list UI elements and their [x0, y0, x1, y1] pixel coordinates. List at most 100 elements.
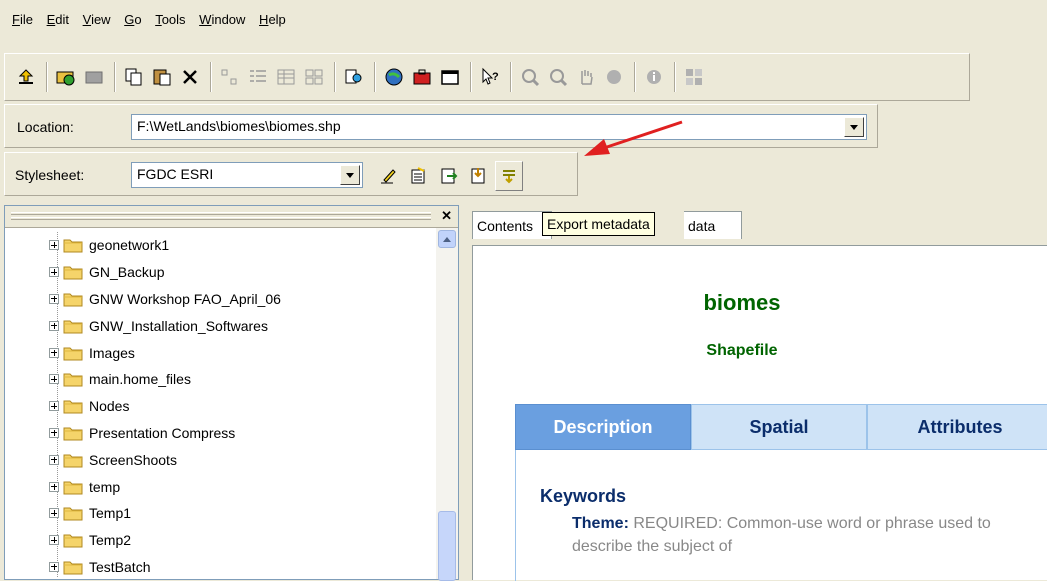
expand-plus-icon[interactable] — [49, 320, 59, 331]
update-metadata-button[interactable] — [465, 161, 493, 191]
export-metadata-button[interactable] — [495, 161, 523, 191]
globe-gray-icon — [607, 70, 621, 84]
expand-plus-icon[interactable] — [49, 427, 59, 438]
pan-button[interactable] — [573, 62, 599, 92]
zoom-out-icon — [550, 69, 568, 87]
menu-window[interactable]: Window — [199, 12, 245, 27]
thumbnails-button[interactable] — [301, 62, 327, 92]
delete-button[interactable] — [177, 62, 203, 92]
doc-tab-description[interactable]: Description — [515, 404, 691, 450]
launch-arcmap-button[interactable] — [381, 62, 407, 92]
tree-folder-label: GNW Workshop FAO_April_06 — [89, 290, 281, 307]
expand-plus-icon[interactable] — [49, 508, 59, 519]
tree-folder-item[interactable]: Images — [5, 339, 435, 366]
paste-button[interactable] — [149, 62, 175, 92]
menu-bar: File Edit View Go Tools Window Help — [0, 0, 1047, 50]
dock-grip[interactable] — [11, 212, 431, 215]
folder-icon — [63, 239, 83, 253]
expand-plus-icon[interactable] — [49, 535, 59, 546]
expand-plus-icon[interactable] — [49, 561, 59, 572]
doc-tab-spatial[interactable]: Spatial — [691, 404, 867, 450]
command-line-button[interactable] — [437, 62, 463, 92]
location-dropdown-button[interactable] — [844, 117, 864, 137]
menu-tools[interactable]: Tools — [155, 12, 185, 27]
tree-folder-item[interactable]: main.home_files — [5, 366, 435, 393]
tree-folder-item[interactable]: GNW Workshop FAO_April_06 — [5, 286, 435, 313]
folder-icon — [63, 561, 83, 575]
help-pointer-icon: ? — [482, 67, 499, 85]
create-thumbnail-button[interactable] — [681, 62, 707, 92]
tree-folder-item[interactable]: temp — [5, 473, 435, 500]
scroll-thumb[interactable] — [438, 511, 456, 581]
expand-plus-icon[interactable] — [49, 293, 59, 304]
expand-plus-icon[interactable] — [49, 454, 59, 465]
menu-edit[interactable]: Edit — [47, 12, 69, 27]
globe-icon — [385, 68, 403, 86]
expand-plus-icon[interactable] — [49, 481, 59, 492]
folder-icon — [63, 266, 83, 280]
metadata-panel: Contents data biomes Shapefile Descripti… — [466, 205, 1047, 581]
folder-icon — [63, 427, 83, 441]
tree-folder-item[interactable]: geonetwork1 — [5, 232, 435, 259]
tree-folder-item[interactable]: ScreenShoots — [5, 446, 435, 473]
expand-plus-icon[interactable] — [49, 347, 59, 358]
search-button[interactable] — [341, 62, 367, 92]
connect-folder-icon — [56, 71, 75, 86]
scroll-up-button[interactable] — [438, 230, 456, 248]
folder-icon — [63, 320, 83, 334]
tree-folder-item[interactable]: GN_Backup — [5, 259, 435, 286]
zoom-out-button[interactable] — [545, 62, 571, 92]
stylesheet-dropdown-button[interactable] — [340, 165, 360, 185]
copy-button[interactable] — [121, 62, 147, 92]
tree-folder-item[interactable]: Temp1 — [5, 500, 435, 527]
menu-file[interactable]: File — [12, 12, 33, 27]
stylesheet-combobox[interactable]: FGDC ESRI — [131, 162, 363, 188]
details-button[interactable] — [273, 62, 299, 92]
doc-tab-attributes[interactable]: Attributes — [867, 404, 1047, 450]
tab-metadata[interactable]: data — [684, 211, 742, 239]
identify-button[interactable] — [641, 62, 667, 92]
zoom-in-button[interactable] — [517, 62, 543, 92]
up-folder-button[interactable] — [13, 62, 39, 92]
expand-plus-icon[interactable] — [49, 374, 59, 385]
arctoolbox-button[interactable] — [409, 62, 435, 92]
import-metadata-button[interactable] — [435, 161, 463, 191]
edit-metadata-button[interactable] — [375, 161, 403, 191]
tree-folder-label: GNW_Installation_Softwares — [89, 317, 268, 334]
tree-folder-item[interactable]: Presentation Compress — [5, 420, 435, 447]
menu-go[interactable]: Go — [124, 12, 141, 27]
expand-plus-icon[interactable] — [49, 240, 59, 251]
tree-folder-label: Presentation Compress — [89, 424, 236, 441]
large-icons-button[interactable] — [217, 62, 243, 92]
toolbar-separator — [114, 62, 116, 92]
location-combobox[interactable]: F:\WetLands\biomes\biomes.shp — [131, 114, 867, 140]
details-icon — [277, 69, 295, 85]
paste-icon — [153, 69, 171, 86]
whats-this-button[interactable]: ? — [477, 62, 503, 92]
expand-plus-icon[interactable] — [49, 401, 59, 412]
menu-view[interactable]: View — [83, 12, 111, 27]
tree-folder-label: ScreenShoots — [89, 451, 177, 468]
tree-folder-label: main.home_files — [89, 371, 191, 388]
toolbox-icon — [413, 69, 431, 85]
disconnect-folder-icon — [85, 71, 103, 84]
tab-contents[interactable]: Contents — [472, 211, 552, 239]
connect-folder-button[interactable] — [53, 62, 79, 92]
tree-folder-item[interactable]: Temp2 — [5, 527, 435, 554]
tree-folder-item[interactable]: Nodes — [5, 393, 435, 420]
menu-help[interactable]: Help — [259, 12, 286, 27]
toolbar-separator — [470, 62, 472, 92]
disconnect-folder-button[interactable] — [81, 62, 107, 92]
list-button[interactable] — [245, 62, 271, 92]
expand-plus-icon[interactable] — [49, 267, 59, 278]
location-toolbar: Location: F:\WetLands\biomes\biomes.shp — [4, 104, 878, 148]
full-extent-button[interactable] — [601, 62, 627, 92]
tree-folder-item[interactable]: TestBatch — [5, 554, 435, 581]
toolbar-separator — [674, 62, 676, 92]
vertical-scrollbar[interactable] — [436, 228, 458, 581]
tree-folder-item[interactable]: GNW_Installation_Softwares — [5, 312, 435, 339]
tree-folder-label: Temp2 — [89, 532, 132, 549]
metadata-properties-button[interactable] — [405, 161, 433, 191]
dock-grip[interactable] — [11, 217, 431, 220]
close-icon[interactable]: ✕ — [441, 208, 452, 224]
